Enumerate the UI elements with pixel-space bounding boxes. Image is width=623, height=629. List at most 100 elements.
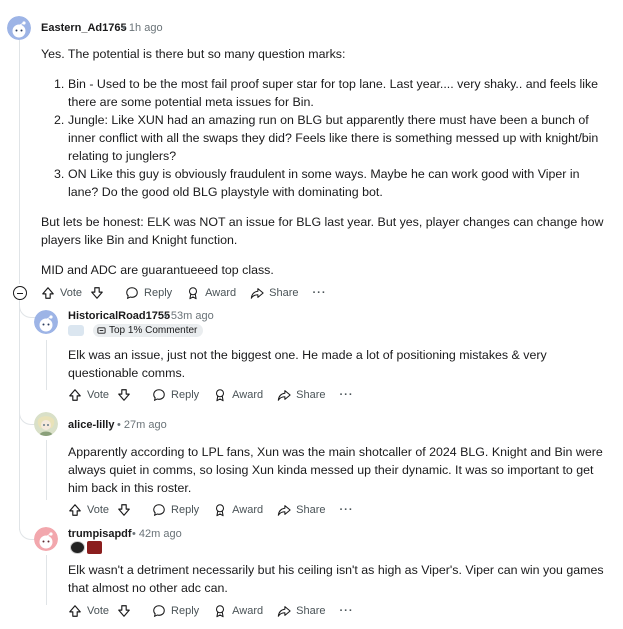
comment-paragraph: Elk was an issue, just not the biggest o… xyxy=(68,348,547,380)
upvote-icon[interactable] xyxy=(41,286,55,300)
comment-paragraph: Yes. The potential is there but so many … xyxy=(41,47,346,61)
share-label: Share xyxy=(296,389,326,401)
share-label: Share xyxy=(269,287,299,299)
award-icon xyxy=(216,504,225,517)
comment-icon xyxy=(153,504,165,517)
reply-button[interactable]: Reply xyxy=(125,286,172,300)
comment-actions: Vote Reply Award Share ··· xyxy=(68,500,368,520)
upvote-icon[interactable] xyxy=(68,388,82,402)
comment-timestamp: • 42m ago xyxy=(132,528,182,540)
comment-actions: Vote Reply Award Share ··· xyxy=(41,283,341,303)
vote-controls: Vote xyxy=(68,604,136,618)
more-options-button[interactable]: ··· xyxy=(340,504,354,516)
more-options-button[interactable]: ··· xyxy=(340,605,354,617)
list-item: 3. ON Like this guy is obviously fraudule… xyxy=(54,167,580,199)
comment-icon xyxy=(126,287,138,300)
downvote-icon[interactable] xyxy=(90,286,104,300)
vote-label: Vote xyxy=(60,287,83,299)
share-button[interactable]: Share xyxy=(277,388,326,402)
award-icon xyxy=(189,287,198,300)
avatar[interactable] xyxy=(7,16,31,40)
share-label: Share xyxy=(296,605,326,617)
comment-actions: Vote Reply Award Share ··· xyxy=(68,385,368,405)
more-options-icon: ··· xyxy=(339,389,354,401)
comment-timestamp: • 53m ago xyxy=(164,310,214,322)
award-button[interactable]: Award xyxy=(186,286,236,300)
downvote-icon[interactable] xyxy=(117,388,131,402)
comment-paragraph: MID and ADC are guarantueeed top class. xyxy=(41,263,274,277)
avatar[interactable] xyxy=(34,527,58,551)
award-icon xyxy=(216,389,225,402)
share-icon xyxy=(250,288,264,299)
more-options-icon: ··· xyxy=(312,287,327,299)
comment-timestamp: • 27m ago xyxy=(117,419,167,431)
comment-body: Apparently according to LPL fans, Xun wa… xyxy=(68,443,613,497)
upvote-icon[interactable] xyxy=(68,503,82,517)
comment-username[interactable]: Eastern_Ad1765 xyxy=(41,22,127,34)
reply-button[interactable]: Reply xyxy=(152,388,199,402)
vote-label: Vote xyxy=(87,389,110,401)
collapse-thread-button[interactable] xyxy=(13,286,27,300)
comment-timestamp: • 1h ago xyxy=(122,22,163,34)
badge-icon xyxy=(97,327,106,334)
list-item: 1. Bin - Used to be the most fail proof s… xyxy=(54,77,599,109)
more-options-button[interactable]: ··· xyxy=(313,287,327,299)
comment-paragraph: Elk wasn't a detriment necessarily but h… xyxy=(68,563,604,595)
award-button[interactable]: Award xyxy=(213,503,263,517)
top-commenter-badge: Top 1% Commenter xyxy=(93,324,204,337)
share-icon xyxy=(277,606,291,617)
flair-emblem-icon xyxy=(70,541,85,554)
vote-controls: Vote xyxy=(41,286,109,300)
comment-icon xyxy=(153,605,165,618)
award-label: Award xyxy=(232,605,264,617)
vote-label: Vote xyxy=(87,504,110,516)
reply-label: Reply xyxy=(171,605,200,617)
vote-controls: Vote xyxy=(68,503,136,517)
comment-paragraph: But lets be honest: ELK was NOT an issue… xyxy=(41,215,604,247)
comment-username[interactable]: HistoricalRoad1755 xyxy=(68,310,170,322)
badge-label: Top 1% Commenter xyxy=(109,325,198,336)
comment-username[interactable]: alice-lilly xyxy=(68,419,114,431)
downvote-icon[interactable] xyxy=(117,503,131,517)
award-label: Award xyxy=(232,504,264,516)
comment-body: Elk was an issue, just not the biggest o… xyxy=(68,346,588,382)
flair-team-icon xyxy=(87,541,102,554)
flair-icons xyxy=(70,541,104,554)
thread-line-root xyxy=(19,40,20,284)
share-button[interactable]: Share xyxy=(277,503,326,517)
avatar[interactable] xyxy=(34,310,58,334)
more-options-icon: ··· xyxy=(339,605,354,617)
more-options-button[interactable]: ··· xyxy=(340,389,354,401)
comment-actions: Vote Reply Award Share ··· xyxy=(68,601,368,621)
share-button[interactable]: Share xyxy=(250,286,299,300)
vote-label: Vote xyxy=(87,605,110,617)
award-icon xyxy=(216,605,225,618)
reply-label: Reply xyxy=(144,287,173,299)
comment-icon xyxy=(153,389,165,402)
award-button[interactable]: Award xyxy=(213,604,263,618)
comment-body: Elk wasn't a detriment necessarily but h… xyxy=(68,561,608,597)
flair-icon xyxy=(68,325,84,336)
share-button[interactable]: Share xyxy=(277,604,326,618)
reply-label: Reply xyxy=(171,389,200,401)
share-label: Share xyxy=(296,504,326,516)
award-label: Award xyxy=(205,287,237,299)
thread-line-reply3 xyxy=(46,555,47,605)
comment-list: 1. Bin - Used to be the most fail proof s… xyxy=(41,75,611,201)
downvote-icon[interactable] xyxy=(117,604,131,618)
more-options-icon: ··· xyxy=(339,504,354,516)
vote-controls: Vote xyxy=(68,388,136,402)
avatar[interactable] xyxy=(34,412,58,436)
list-item: 2. Jungle: Like XUN had an amazing run on… xyxy=(54,113,599,163)
award-button[interactable]: Award xyxy=(213,388,263,402)
award-label: Award xyxy=(232,389,264,401)
reply-label: Reply xyxy=(171,504,200,516)
share-icon xyxy=(277,390,291,401)
share-icon xyxy=(277,505,291,516)
comment-body: Yes. The potential is there but so many … xyxy=(41,45,611,279)
reply-button[interactable]: Reply xyxy=(152,604,199,618)
thread-line-reply2 xyxy=(46,440,47,500)
reply-button[interactable]: Reply xyxy=(152,503,199,517)
upvote-icon[interactable] xyxy=(68,604,82,618)
comment-username[interactable]: trumpisapdf xyxy=(68,528,132,540)
